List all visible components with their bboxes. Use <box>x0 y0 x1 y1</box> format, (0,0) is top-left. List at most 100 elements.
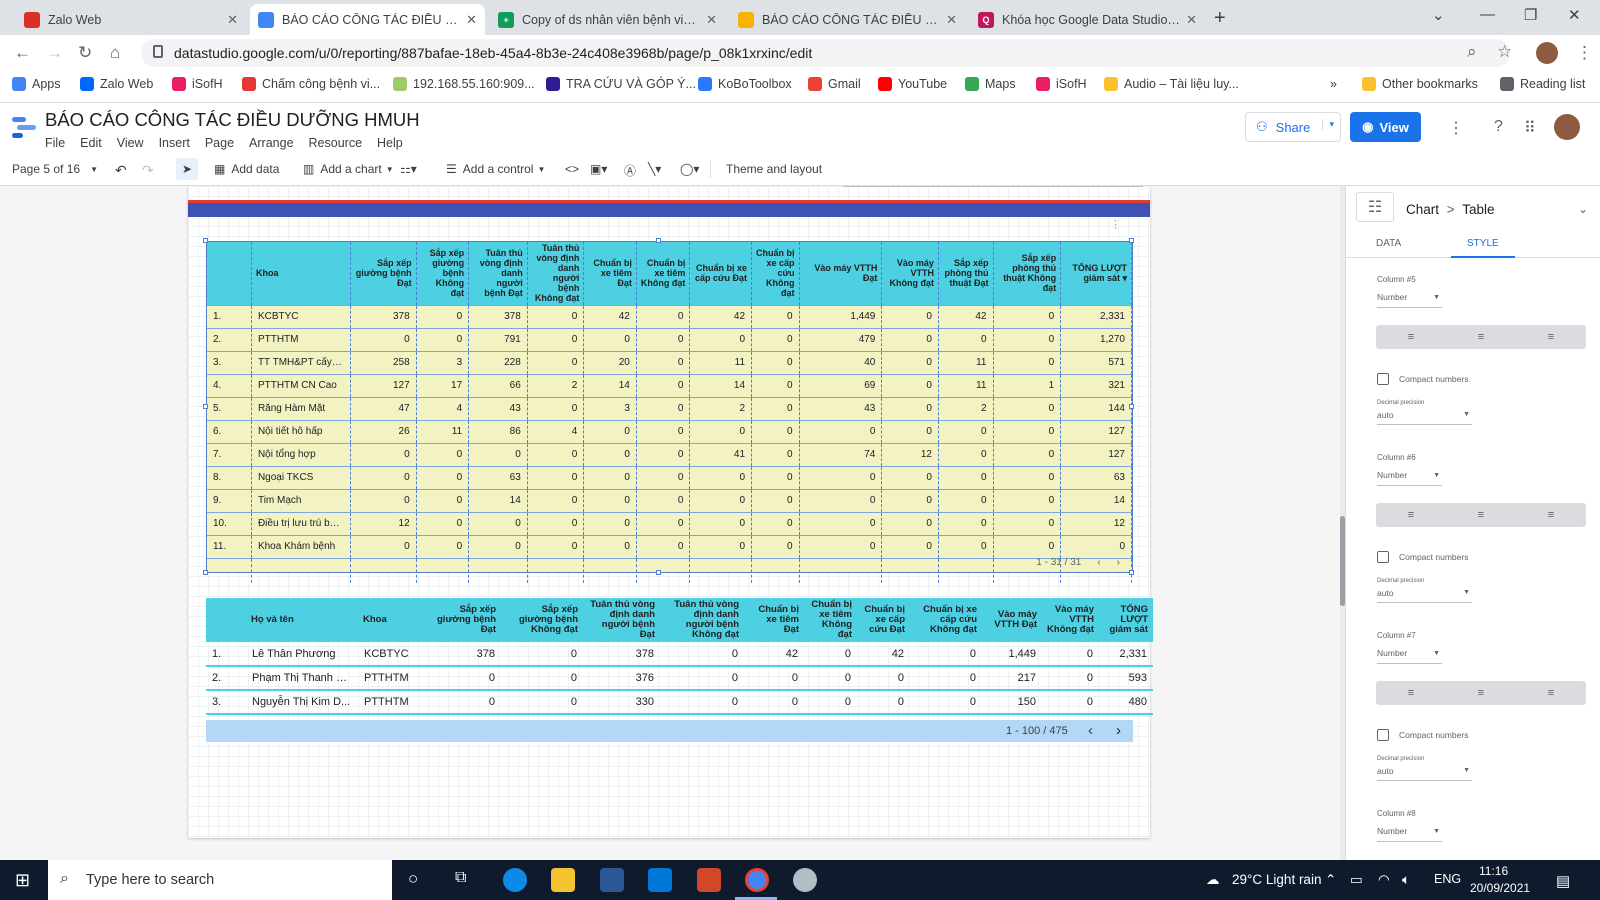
decimal-precision-select[interactable]: auto ▼ <box>1377 588 1472 603</box>
align-left-icon[interactable]: ≡ <box>1408 509 1414 521</box>
home-icon[interactable]: ⌂ <box>110 43 120 63</box>
next-page-icon[interactable]: › <box>1117 557 1120 568</box>
close-tab-icon[interactable]: ✕ <box>706 12 717 28</box>
chevron-down-icon[interactable]: ⌄ <box>1578 202 1588 216</box>
staff-table[interactable]: Họ và tên Khoa Sắp xếp giường bệnh Đạt Sắp … <box>206 598 1153 715</box>
menu-file[interactable]: File <box>45 136 65 150</box>
taskbar-search[interactable]: ⌕ Type here to search <box>48 860 392 900</box>
windows-start-icon[interactable]: ⊞ <box>15 870 30 891</box>
department-table[interactable]: Khoa Sắp xếp giường bệnh Đạt Sắp xếp giườn… <box>206 241 1133 583</box>
decimal-precision-select[interactable]: auto ▼ <box>1377 410 1472 425</box>
tray-overflow-icon[interactable]: ⌃ <box>1325 872 1336 888</box>
page-selector[interactable]: Page 5 of 16 ▼ <box>12 162 98 176</box>
menu-edit[interactable]: Edit <box>80 136 102 150</box>
embed-code-icon[interactable]: <> <box>565 162 579 176</box>
browser-tab[interactable]: BÁO CÁO CÔNG TÁC ĐIỀU DƯỠNG HMUH ✕ <box>730 4 965 35</box>
chrome-icon[interactable] <box>745 868 769 892</box>
mail-icon[interactable] <box>648 868 672 892</box>
align-right-icon[interactable]: ≡ <box>1548 509 1554 521</box>
new-tab-icon[interactable]: + <box>1214 7 1226 30</box>
resize-handle[interactable] <box>203 404 208 409</box>
menu-help[interactable]: Help <box>377 136 403 150</box>
tab-data[interactable]: DATA <box>1376 238 1401 249</box>
bookmark-item[interactable]: Maps <box>965 77 1016 91</box>
minimize-icon[interactable]: — <box>1480 6 1495 23</box>
file-explorer-icon[interactable] <box>551 868 575 892</box>
close-tab-icon[interactable]: ✕ <box>946 12 957 28</box>
back-icon[interactable]: ← <box>14 43 31 63</box>
share-dropdown-icon[interactable]: ▾ <box>1322 119 1334 130</box>
prev-page-icon[interactable]: ‹ <box>1088 722 1093 739</box>
bookmark-item[interactable]: Chấm công bệnh vi... <box>242 77 380 91</box>
cortana-icon[interactable]: ○ <box>408 869 418 889</box>
paint-icon[interactable] <box>793 868 817 892</box>
notifications-icon[interactable]: ▤ <box>1556 872 1570 890</box>
edge-icon[interactable] <box>503 868 527 892</box>
bookmark-apps[interactable]: Apps <box>12 77 61 91</box>
forward-icon[interactable]: → <box>46 43 63 63</box>
align-left-icon[interactable]: ≡ <box>1408 331 1414 343</box>
menu-resource[interactable]: Resource <box>309 136 363 150</box>
help-icon[interactable]: ? <box>1494 118 1503 136</box>
more-bookmarks[interactable]: » <box>1330 77 1337 91</box>
bookmark-item[interactable]: Gmail <box>808 77 861 91</box>
theme-layout-button[interactable]: Theme and layout <box>726 162 822 176</box>
profile-avatar[interactable] <box>1536 42 1558 64</box>
decimal-precision-select[interactable]: auto ▼ <box>1377 766 1472 781</box>
align-center-icon[interactable]: ≡ <box>1478 331 1484 343</box>
report-title[interactable]: BÁO CÁO CÔNG TÁC ĐIỀU DƯỠNG HMUH <box>45 109 420 131</box>
powerpoint-icon[interactable] <box>697 868 721 892</box>
column-format-select[interactable]: Number ▼ <box>1377 470 1442 486</box>
browser-menu-icon[interactable]: ⋮ <box>1576 43 1593 63</box>
browser-tab-active[interactable]: BÁO CÁO CÔNG TÁC ĐIỀU DƯỠNG HMUH ✕ <box>250 4 485 35</box>
resize-handle[interactable] <box>1129 404 1134 409</box>
apps-grid-icon[interactable]: ⠿ <box>1524 118 1536 138</box>
zoom-icon[interactable]: ⌕ <box>1467 42 1477 62</box>
community-viz-icon[interactable]: ⚏▾ <box>400 162 417 176</box>
align-center-icon[interactable]: ≡ <box>1478 687 1484 699</box>
prev-page-icon[interactable]: ‹ <box>1097 557 1100 568</box>
bookmark-item[interactable]: iSofH <box>1036 77 1087 91</box>
task-view-icon[interactable]: ⧉ <box>455 869 466 887</box>
reload-icon[interactable]: ↻ <box>78 43 92 63</box>
image-icon[interactable]: ▣▾ <box>590 162 607 176</box>
resize-handle[interactable] <box>1129 238 1134 243</box>
bookmark-star-icon[interactable]: ☆ <box>1497 42 1512 62</box>
undo-icon[interactable]: ↶ <box>115 162 127 179</box>
resize-handle[interactable] <box>203 238 208 243</box>
align-right-icon[interactable]: ≡ <box>1548 331 1554 343</box>
tab-style[interactable]: STYLE <box>1451 238 1515 258</box>
user-avatar[interactable] <box>1554 114 1580 140</box>
weather-icon[interactable]: ☁ <box>1206 872 1220 888</box>
bookmark-item[interactable]: Zalo Web <box>80 77 153 91</box>
clock-date[interactable]: 20/09/2021 <box>1470 881 1530 895</box>
browser-tab[interactable]: Zalo Web ✕ <box>16 4 246 35</box>
resize-handle[interactable] <box>656 238 661 243</box>
browser-tab[interactable]: + Copy of ds nhân viên bệnh viện 2021 ✕ <box>490 4 725 35</box>
add-chart-button[interactable]: ▥ Add a chart ▼ <box>303 162 394 176</box>
add-data-button[interactable]: ▦ Add data <box>214 162 279 176</box>
wifi-icon[interactable]: ◠ <box>1378 872 1390 888</box>
bookmark-item[interactable]: 192.168.55.160:909... <box>393 77 535 91</box>
compact-numbers-checkbox[interactable]: Compact numbers <box>1377 373 1468 385</box>
reading-list[interactable]: Reading list <box>1500 77 1585 91</box>
share-button[interactable]: ⚇ Share ▾ <box>1245 112 1341 142</box>
weather-text[interactable]: 29°C Light rain <box>1232 872 1321 887</box>
shape-icon[interactable]: ◯▾ <box>680 162 699 176</box>
column-format-select[interactable]: Number ▼ <box>1377 826 1442 842</box>
compact-numbers-checkbox[interactable]: Compact numbers <box>1377 729 1468 741</box>
close-window-icon[interactable]: ✕ <box>1568 6 1581 24</box>
menu-page[interactable]: Page <box>205 136 234 150</box>
browser-tab[interactable]: Q Khóa học Google Data Studio chuyên sâu ✕ <box>970 4 1205 35</box>
align-right-icon[interactable]: ≡ <box>1548 687 1554 699</box>
bookmark-item[interactable]: iSofH <box>172 77 223 91</box>
data-studio-logo-icon[interactable] <box>12 115 36 139</box>
volume-icon[interactable]: 🔈︎ <box>1402 872 1410 888</box>
compact-numbers-checkbox[interactable]: Compact numbers <box>1377 551 1468 563</box>
bookmark-item[interactable]: TRA CỨU VÀ GÓP Ý... <box>546 77 696 91</box>
text-icon[interactable]: Ⓐ <box>624 162 636 179</box>
bookmark-item[interactable]: Audio – Tài liệu luy... <box>1104 77 1239 91</box>
chart-menu-icon[interactable]: ⋮ <box>1110 218 1121 231</box>
bookmark-item[interactable]: KoBoToolbox <box>698 77 792 91</box>
menu-insert[interactable]: Insert <box>159 136 190 150</box>
